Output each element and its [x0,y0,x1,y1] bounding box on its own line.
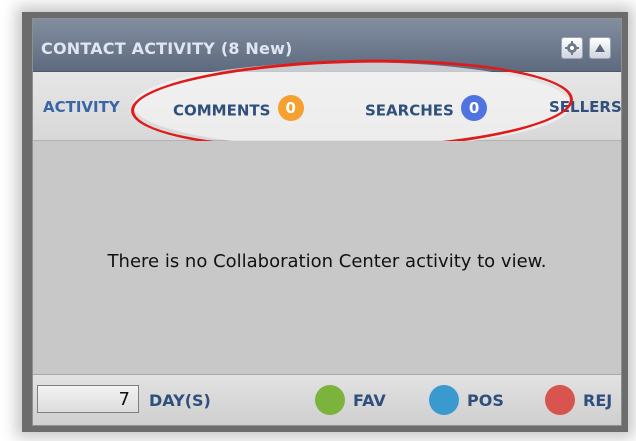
comments-count-badge: 0 [277,95,304,121]
panel-header: CONTACT ACTIVITY (8 New) [33,19,621,72]
collapse-button[interactable] [589,37,611,59]
panel-inner: CONTACT ACTIVITY (8 New) ACTIVITY COMMEN… [32,18,622,426]
tab-activity-label: ACTIVITY [43,98,120,116]
searches-count-badge: 0 [461,95,488,121]
rej-dot-icon [545,385,575,415]
legend-rej[interactable]: REJ [545,385,612,415]
empty-state-message: There is no Collaboration Center activit… [107,251,547,272]
contact-activity-panel: CONTACT ACTIVITY (8 New) ACTIVITY COMMEN… [22,12,628,432]
legend-fav-label: FAV [353,390,386,410]
fav-dot-icon [315,385,345,415]
days-input[interactable] [37,385,139,413]
tab-sellers-label: SELLERS [549,98,622,116]
panel-footer: DAY(S) FAV POS REJ [33,374,621,425]
settings-button[interactable] [561,37,583,59]
tab-searches-label: SEARCHES [365,101,454,120]
legend-rej-label: REJ [583,390,613,410]
legend-fav[interactable]: FAV [315,385,386,415]
tab-sellers[interactable]: SELLERS [549,98,622,116]
legend-pos-label: POS [467,390,504,410]
activity-body: There is no Collaboration Center activit… [33,141,621,375]
days-label: DAY(S) [149,391,211,410]
triangle-up-icon [595,44,605,52]
pos-dot-icon [429,385,459,415]
gear-icon [565,41,579,55]
panel-title: CONTACT ACTIVITY (8 New) [41,39,293,58]
tab-searches[interactable]: SEARCHES 0 [365,95,488,124]
tab-activity[interactable]: ACTIVITY [43,98,120,116]
tab-comments-label: COMMENTS [173,101,271,120]
tab-bar: ACTIVITY COMMENTS 0 SEARCHES 0 SELLERS [33,54,622,156]
tab-comments[interactable]: COMMENTS 0 [173,95,304,124]
legend-pos[interactable]: POS [429,385,504,415]
